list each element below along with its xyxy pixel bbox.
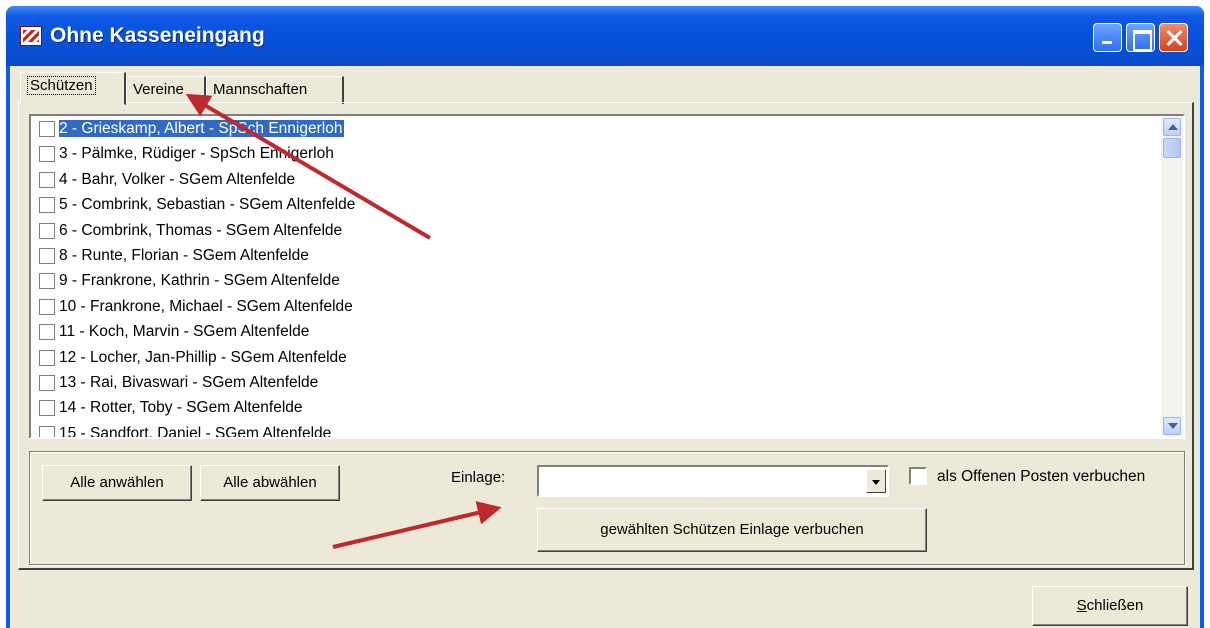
list-item-label: 13 - Rai, Bivaswari - SGem Altenfelde — [59, 373, 319, 391]
open-item-label: als Offenen Posten verbuchen — [937, 468, 1146, 485]
open-item-checkbox[interactable] — [909, 467, 927, 485]
list-item-label: 12 - Locher, Jan-Phillip - SGem Altenfel… — [59, 348, 347, 366]
vertical-scrollbar[interactable] — [1161, 116, 1183, 437]
scroll-thumb[interactable] — [1163, 138, 1181, 158]
list-item-label: 6 - Combrink, Thomas - SGem Altenfelde — [59, 221, 343, 239]
list-item[interactable]: 8 - Runte, Florian - SGem Altenfelde — [31, 243, 1161, 268]
app-icon — [20, 26, 42, 46]
list-item[interactable]: 12 - Locher, Jan-Phillip - SGem Altenfel… — [31, 345, 1161, 370]
list-item-checkbox[interactable] — [39, 197, 55, 214]
list-item-checkbox[interactable] — [39, 247, 55, 264]
einlage-combobox[interactable] — [537, 465, 889, 497]
list-item-label: 5 - Combrink, Sebastian - SGem Altenfeld… — [59, 196, 356, 214]
scroll-down-icon[interactable] — [1163, 417, 1181, 435]
checklist-rows: 2 - Grieskamp, Albert - SpSch Ennigerloh… — [31, 116, 1161, 439]
dialog-client: Schützen Vereine Mannschaften 2 - Griesk… — [10, 66, 1200, 628]
close-button-mnemonic: S — [1076, 597, 1087, 614]
deselect-all-button[interactable]: Alle abwählen — [200, 465, 340, 501]
list-item-label: 14 - Rotter, Toby - SGem Altenfelde — [59, 399, 303, 417]
select-all-button[interactable]: Alle anwählen — [42, 465, 192, 501]
tab-panel-schuetzen: 2 - Grieskamp, Albert - SpSch Ennigerloh… — [18, 102, 1194, 570]
close-button-label: chließen — [1086, 597, 1144, 614]
list-item-checkbox[interactable] — [39, 298, 55, 315]
list-item-label: 2 - Grieskamp, Albert - SpSch Ennigerloh — [59, 120, 345, 137]
list-item-label: 3 - Pälmke, Rüdiger - SpSch Ennigerloh — [59, 145, 334, 163]
close-window-button[interactable] — [1159, 23, 1188, 52]
tab-mannschaften[interactable]: Mannschaften — [206, 76, 344, 104]
actions-group: Alle anwählen Alle abwählen Einlage: als… — [29, 451, 1185, 565]
tab-vereine-label: Vereine — [133, 81, 184, 98]
scroll-up-icon[interactable] — [1163, 118, 1181, 136]
list-item[interactable]: 6 - Combrink, Thomas - SGem Altenfelde — [31, 218, 1161, 243]
list-item-checkbox[interactable] — [39, 324, 55, 341]
list-item[interactable]: 9 - Frankrone, Kathrin - SGem Altenfelde — [31, 268, 1161, 293]
einlage-label: Einlage: — [451, 469, 506, 486]
minimize-button[interactable] — [1093, 23, 1122, 52]
title-bar[interactable]: Ohne Kasseneingang — [6, 6, 1204, 66]
chevron-down-icon[interactable] — [866, 469, 886, 493]
list-item-checkbox[interactable] — [39, 222, 55, 239]
close-button[interactable]: Schließen — [1032, 586, 1188, 626]
list-item[interactable]: 11 - Koch, Marvin - SGem Altenfelde — [31, 319, 1161, 344]
shooter-checklist[interactable]: 2 - Grieskamp, Albert - SpSch Ennigerloh… — [29, 114, 1185, 439]
list-item[interactable]: 10 - Frankrone, Michael - SGem Altenfeld… — [31, 294, 1161, 319]
list-item-checkbox[interactable] — [39, 273, 55, 290]
book-deposit-button[interactable]: gewählten Schützen Einlage verbuchen — [537, 508, 927, 552]
tab-schuetzen[interactable]: Schützen — [20, 72, 126, 105]
list-item-label: 9 - Frankrone, Kathrin - SGem Altenfelde — [59, 272, 340, 290]
list-item-checkbox[interactable] — [39, 425, 55, 437]
list-item-checkbox[interactable] — [39, 171, 55, 188]
list-item-checkbox[interactable] — [39, 121, 55, 137]
tab-schuetzen-label: Schützen — [27, 76, 96, 95]
list-item-checkbox[interactable] — [39, 146, 55, 163]
list-item[interactable]: 4 - Bahr, Volker - SGem Altenfelde — [31, 167, 1161, 192]
list-item-label: 8 - Runte, Florian - SGem Altenfelde — [59, 246, 309, 264]
list-item-label: 15 - Sandfort, Daniel - SGem Altenfelde — [59, 424, 332, 439]
list-item-checkbox[interactable] — [39, 374, 55, 391]
maximize-button[interactable] — [1126, 23, 1155, 52]
list-item[interactable]: 5 - Combrink, Sebastian - SGem Altenfeld… — [31, 192, 1161, 217]
list-item-label: 4 - Bahr, Volker - SGem Altenfelde — [59, 170, 296, 188]
list-item[interactable]: 2 - Grieskamp, Albert - SpSch Ennigerloh — [31, 116, 1161, 141]
list-item-label: 10 - Frankrone, Michael - SGem Altenfeld… — [59, 297, 353, 315]
list-item-checkbox[interactable] — [39, 349, 55, 366]
list-item[interactable]: 3 - Pälmke, Rüdiger - SpSch Ennigerloh — [31, 141, 1161, 166]
list-item[interactable]: 15 - Sandfort, Daniel - SGem Altenfelde — [31, 421, 1161, 439]
tab-vereine[interactable]: Vereine — [126, 76, 206, 104]
list-item-checkbox[interactable] — [39, 400, 55, 417]
list-item[interactable]: 13 - Rai, Bivaswari - SGem Altenfelde — [31, 370, 1161, 395]
dialog-window: Ohne Kasseneingang Schützen Vereine Mann… — [6, 6, 1204, 628]
window-title: Ohne Kasseneingang — [50, 24, 265, 47]
list-item[interactable]: 14 - Rotter, Toby - SGem Altenfelde — [31, 395, 1161, 420]
tab-mannschaften-label: Mannschaften — [213, 81, 308, 98]
list-item-label: 11 - Koch, Marvin - SGem Altenfelde — [59, 323, 310, 341]
